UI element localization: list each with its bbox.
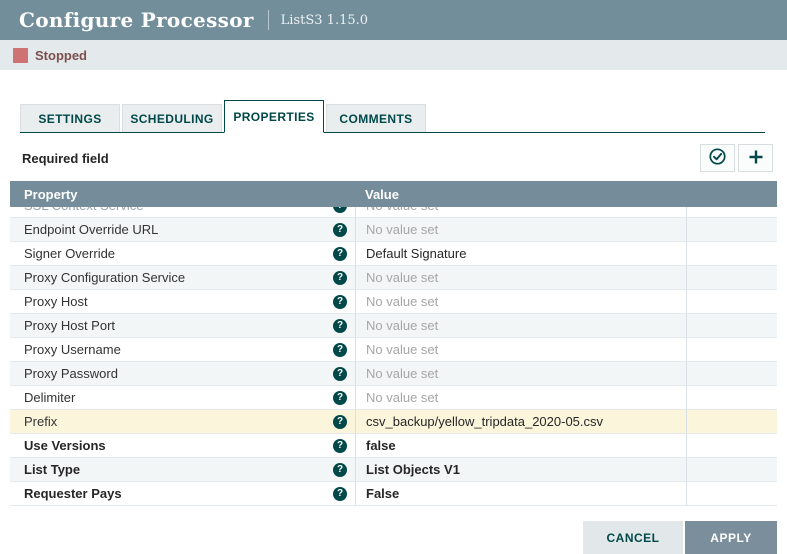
property-name: Proxy Host	[24, 294, 88, 309]
row-extra-cell	[686, 410, 777, 433]
tab-bar: SETTINGSSCHEDULINGPROPERTIESCOMMENTS	[20, 100, 765, 133]
property-value[interactable]: No value set	[355, 314, 686, 337]
property-value[interactable]: No value set	[355, 207, 686, 217]
stopped-status-icon	[13, 48, 28, 63]
row-extra-cell	[686, 218, 777, 241]
help-icon[interactable]: ?	[333, 207, 347, 213]
property-row: Signer Override ? Default Signature	[10, 242, 777, 266]
property-name: Endpoint Override URL	[24, 222, 158, 237]
tab-properties[interactable]: PROPERTIES	[224, 100, 324, 133]
property-row: Use Versions ? false	[10, 434, 777, 458]
help-icon[interactable]: ?	[333, 247, 347, 261]
row-extra-cell	[686, 242, 777, 265]
property-value[interactable]: csv_backup/yellow_tripdata_2020-05.csv	[355, 410, 686, 433]
property-name: Proxy Username	[24, 342, 121, 357]
row-extra-cell	[686, 290, 777, 313]
status-label: Stopped	[35, 48, 87, 63]
property-row: Proxy Password ? No value set	[10, 362, 777, 386]
cancel-button[interactable]: CANCEL	[583, 521, 683, 554]
property-row: Endpoint Override URL ? No value set	[10, 218, 777, 242]
help-icon[interactable]: ?	[333, 487, 347, 501]
row-extra-cell	[686, 338, 777, 361]
property-row: Proxy Host ? No value set	[10, 290, 777, 314]
dialog-title: Configure Processor	[19, 8, 254, 32]
property-value[interactable]: No value set	[355, 290, 686, 313]
property-name: Proxy Host Port	[24, 318, 115, 333]
toolbar-buttons	[700, 144, 773, 172]
row-extra-cell	[686, 482, 777, 505]
help-icon[interactable]: ?	[333, 367, 347, 381]
property-name: Requester Pays	[24, 486, 122, 501]
property-table-body: SSL Context Service ? No value set Endpo…	[10, 207, 777, 506]
add-property-button[interactable]	[738, 144, 773, 172]
property-name: Proxy Configuration Service	[24, 270, 185, 285]
help-icon[interactable]: ?	[333, 439, 347, 453]
property-row: SSL Context Service ? No value set	[10, 207, 777, 218]
property-value[interactable]: No value set	[355, 218, 686, 241]
column-header-value: Value	[355, 187, 686, 202]
property-row: Prefix ? csv_backup/yellow_tripdata_2020…	[10, 410, 777, 434]
property-name: Prefix	[24, 414, 57, 429]
help-icon[interactable]: ?	[333, 415, 347, 429]
help-icon[interactable]: ?	[333, 391, 347, 405]
apply-button[interactable]: APPLY	[685, 521, 777, 554]
processor-type-version: ListS3 1.15.0	[281, 13, 368, 28]
dialog-header: Configure Processor ListS3 1.15.0	[0, 0, 787, 40]
property-row: Requester Pays ? False	[10, 482, 777, 506]
dialog-footer: CANCEL APPLY	[583, 521, 777, 554]
property-value[interactable]: Default Signature	[355, 242, 686, 265]
tab-scheduling[interactable]: SCHEDULING	[122, 104, 222, 132]
property-row: List Type ? List Objects V1	[10, 458, 777, 482]
property-name: SSL Context Service	[24, 207, 143, 213]
help-icon[interactable]: ?	[333, 319, 347, 333]
configure-processor-dialog: Configure Processor ListS3 1.15.0 Stoppe…	[0, 0, 787, 554]
plus-icon	[747, 148, 765, 169]
property-row: Proxy Username ? No value set	[10, 338, 777, 362]
property-value[interactable]: False	[355, 482, 686, 505]
property-name: Proxy Password	[24, 366, 118, 381]
row-extra-cell	[686, 458, 777, 481]
property-name: Signer Override	[24, 246, 115, 261]
property-value[interactable]: No value set	[355, 386, 686, 409]
row-extra-cell	[686, 362, 777, 385]
row-extra-cell	[686, 314, 777, 337]
status-bar: Stopped	[0, 40, 787, 70]
property-value[interactable]: No value set	[355, 338, 686, 361]
required-field-label: Required field	[22, 151, 109, 166]
row-extra-cell	[686, 386, 777, 409]
help-icon[interactable]: ?	[333, 463, 347, 477]
help-icon[interactable]: ?	[333, 223, 347, 237]
help-icon[interactable]: ?	[333, 271, 347, 285]
property-row: Proxy Configuration Service ? No value s…	[10, 266, 777, 290]
properties-table: Property Value SSL Context Service ? No …	[10, 181, 777, 506]
property-name: List Type	[24, 462, 80, 477]
property-row: Proxy Host Port ? No value set	[10, 314, 777, 338]
property-value[interactable]: false	[355, 434, 686, 457]
table-header: Property Value	[10, 181, 777, 207]
property-value[interactable]: List Objects V1	[355, 458, 686, 481]
verify-properties-button[interactable]	[700, 144, 735, 172]
help-icon[interactable]: ?	[333, 295, 347, 309]
title-divider	[268, 10, 269, 30]
row-extra-cell	[686, 207, 777, 217]
tab-comments[interactable]: COMMENTS	[326, 104, 426, 132]
property-row: Delimiter ? No value set	[10, 386, 777, 410]
help-icon[interactable]: ?	[333, 343, 347, 357]
property-value[interactable]: No value set	[355, 362, 686, 385]
properties-toolbar: Required field	[22, 144, 773, 172]
property-name: Use Versions	[24, 438, 106, 453]
property-name: Delimiter	[24, 390, 75, 405]
row-extra-cell	[686, 266, 777, 289]
tab-settings[interactable]: SETTINGS	[20, 104, 120, 132]
property-value[interactable]: No value set	[355, 266, 686, 289]
column-header-property: Property	[10, 187, 355, 202]
row-extra-cell	[686, 434, 777, 457]
circle-check-icon	[708, 147, 727, 169]
